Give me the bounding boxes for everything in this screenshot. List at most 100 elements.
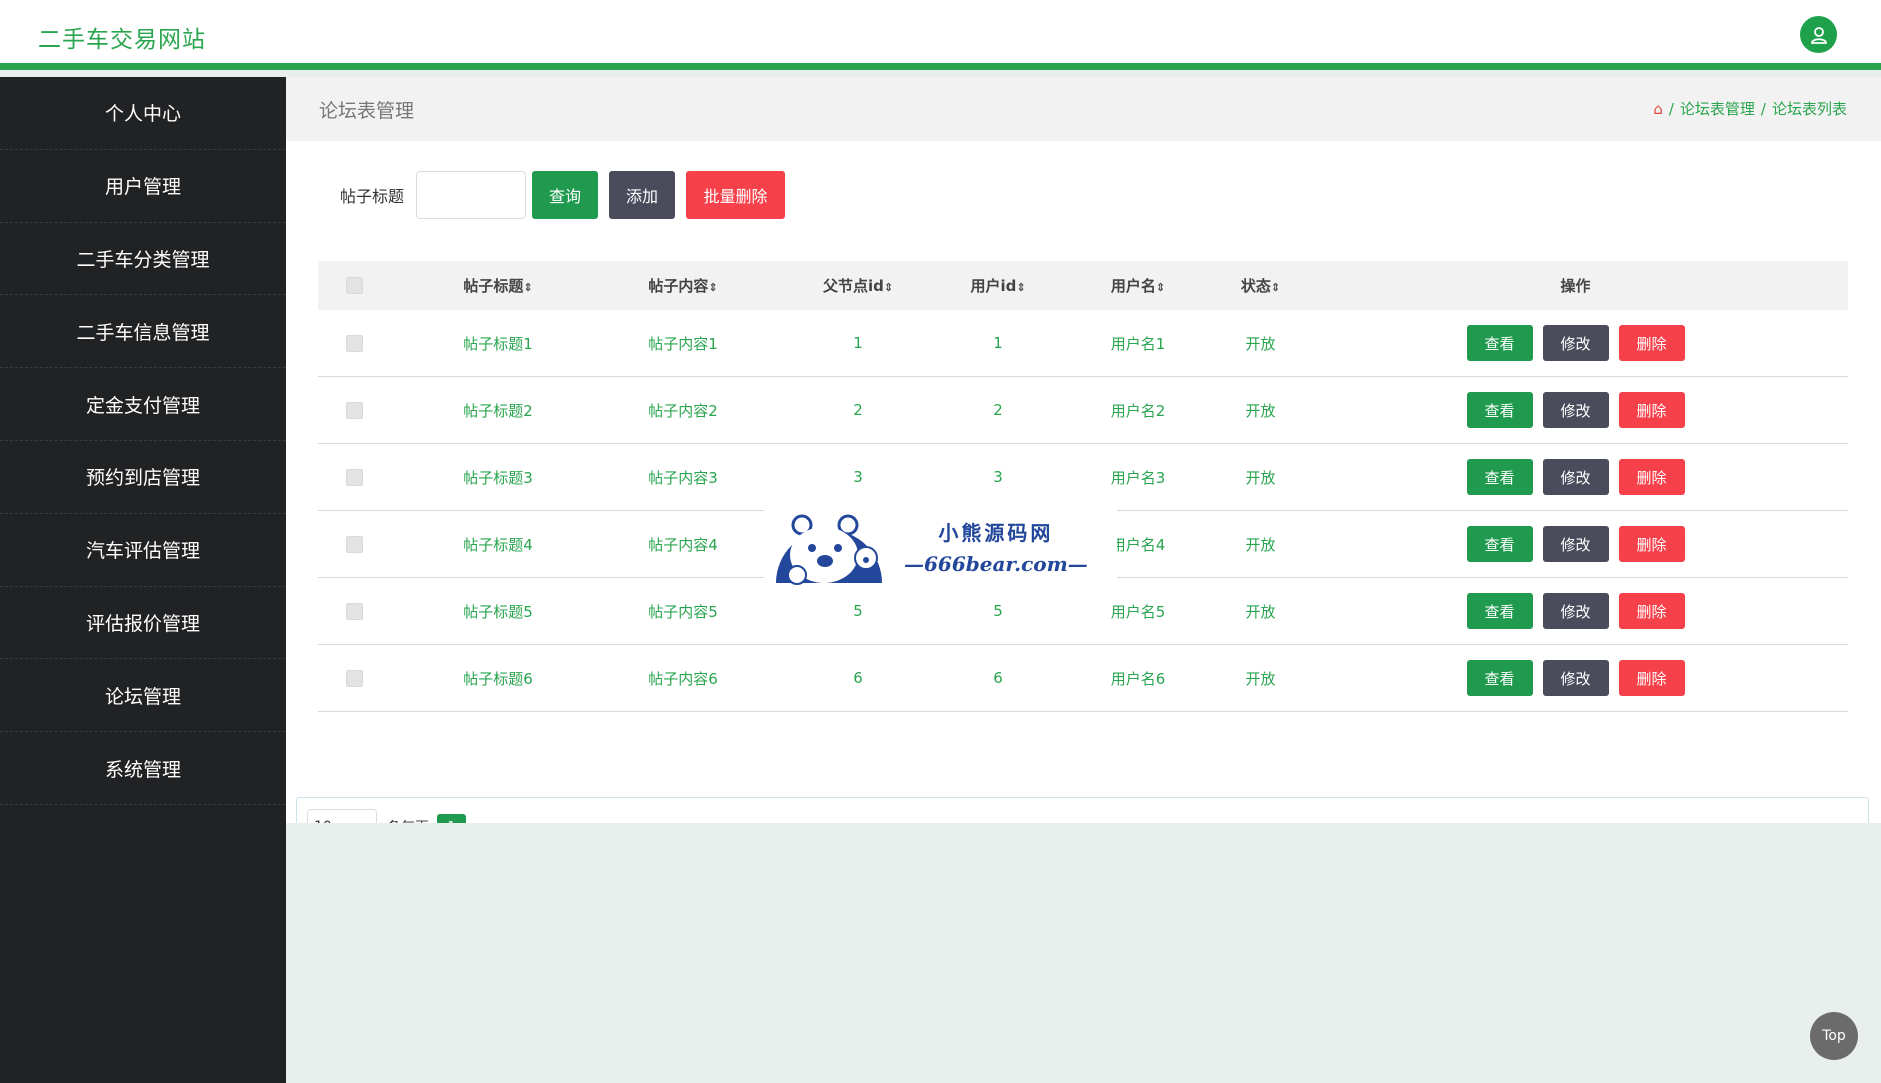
cell-user-id: 1 [993, 334, 1003, 352]
view-button[interactable]: 查看 [1466, 593, 1533, 629]
row-checkbox[interactable] [345, 535, 363, 553]
sidebar-item-car-evaluation[interactable]: 汽车评估管理 [0, 514, 286, 587]
cell-status: 开放 [1245, 669, 1276, 688]
bear-logo-icon [764, 503, 894, 590]
watermark-cn: 小熊源码网 [938, 521, 1054, 545]
cell-user-id: 2 [993, 401, 1003, 419]
watermark-url: —666bear.com— [904, 552, 1088, 576]
cell-title: 帖子标题6 [463, 669, 533, 688]
column-header-username[interactable]: 用户名⇕ [1058, 275, 1218, 296]
table-row: 帖子标题2 帖子内容2 2 2 用户名2 开放 查看 修改 删除 [318, 377, 1848, 444]
edit-button[interactable]: 修改 [1542, 660, 1609, 696]
cell-user-id: 6 [993, 669, 1003, 687]
cell-title: 帖子标题1 [463, 334, 533, 353]
edit-button[interactable]: 修改 [1542, 526, 1609, 562]
view-button[interactable]: 查看 [1466, 660, 1533, 696]
sidebar-item-system[interactable]: 系统管理 [0, 732, 286, 805]
cell-status: 开放 [1245, 334, 1276, 353]
cell-parent-id: 6 [853, 669, 863, 687]
add-button[interactable]: 添加 [609, 171, 676, 219]
title-bar: 论坛表管理 ⌂ / 论坛表管理 / 论坛表列表 [286, 77, 1881, 141]
sidebar-item-car-categories[interactable]: 二手车分类管理 [0, 223, 286, 296]
user-avatar[interactable] [1800, 16, 1837, 53]
delete-button[interactable]: 删除 [1618, 325, 1685, 361]
sort-icon: ⇕ [883, 281, 894, 294]
cell-content: 帖子内容1 [648, 334, 718, 353]
cell-username: 用户名3 [1110, 468, 1166, 487]
cell-parent-id: 3 [853, 468, 863, 486]
row-checkbox[interactable] [345, 334, 363, 352]
sidebar-item-label: 个人中心 [104, 103, 181, 126]
row-checkbox[interactable] [345, 468, 363, 486]
view-button[interactable]: 查看 [1466, 325, 1533, 361]
delete-button[interactable]: 删除 [1618, 593, 1685, 629]
table-row: 帖子标题1 帖子内容1 1 1 用户名1 开放 查看 修改 删除 [318, 310, 1848, 377]
sort-icon: ⇕ [708, 281, 718, 294]
search-input[interactable] [416, 171, 527, 219]
sidebar-item-deposit-payment[interactable]: 定金支付管理 [0, 368, 286, 441]
column-header-title[interactable]: 帖子标题⇕ [408, 275, 588, 296]
sidebar-item-label: 预约到店管理 [85, 467, 200, 490]
cell-content: 帖子内容4 [648, 535, 718, 554]
sidebar-item-car-info[interactable]: 二手车信息管理 [0, 295, 286, 369]
cell-user-id: 5 [993, 602, 1003, 620]
cell-title: 帖子标题2 [463, 401, 533, 420]
sidebar-item-label: 系统管理 [104, 758, 181, 781]
cell-parent-id: 1 [853, 334, 863, 352]
edit-button[interactable]: 修改 [1542, 325, 1609, 361]
sidebar-item-quote[interactable]: 评估报价管理 [0, 587, 286, 660]
row-checkbox[interactable] [345, 602, 363, 620]
column-header-content[interactable]: 帖子内容⇕ [588, 275, 778, 296]
row-checkbox[interactable] [345, 669, 363, 687]
search-label: 帖子标题 [340, 187, 405, 206]
select-all-checkbox[interactable] [345, 277, 363, 294]
table-header: 帖子标题⇕ 帖子内容⇕ 父节点id⇕ 用户id⇕ 用户名⇕ 状态⇕ 操作 [318, 261, 1848, 310]
sort-icon: ⇕ [1016, 281, 1026, 294]
view-button[interactable]: 查看 [1466, 392, 1533, 428]
sidebar-item-forum[interactable]: 论坛管理 [0, 659, 286, 733]
top-header: 二手车交易网站 [0, 0, 1881, 70]
cell-username: 用户名2 [1110, 401, 1166, 420]
delete-button[interactable]: 删除 [1618, 526, 1685, 562]
cell-status: 开放 [1245, 602, 1276, 621]
edit-button[interactable]: 修改 [1542, 459, 1609, 495]
sort-icon: ⇕ [1155, 281, 1166, 294]
breadcrumb-separator: / [1760, 99, 1766, 118]
breadcrumb: ⌂ / 论坛表管理 / 论坛表列表 [1653, 98, 1847, 119]
view-button[interactable]: 查看 [1466, 526, 1533, 562]
cell-title: 帖子标题3 [463, 468, 533, 487]
query-button[interactable]: 查询 [532, 171, 599, 219]
cell-content: 帖子内容5 [648, 602, 718, 621]
breadcrumb-item[interactable]: 论坛表管理 [1680, 98, 1755, 119]
delete-button[interactable]: 删除 [1618, 459, 1685, 495]
table-row: 帖子标题6 帖子内容6 6 6 用户名6 开放 查看 修改 删除 [318, 645, 1848, 712]
breadcrumb-item: 论坛表列表 [1771, 100, 1847, 118]
view-button[interactable]: 查看 [1466, 459, 1533, 495]
sidebar-item-label: 汽车评估管理 [85, 540, 200, 563]
batch-delete-button[interactable]: 批量删除 [686, 171, 786, 219]
sidebar-item-label: 二手车分类管理 [76, 248, 210, 271]
edit-button[interactable]: 修改 [1542, 392, 1609, 428]
content-background [286, 823, 1881, 1083]
home-icon[interactable]: ⌂ [1653, 100, 1663, 118]
column-header-parent-id[interactable]: 父节点id⇕ [778, 275, 938, 296]
cell-title: 帖子标题5 [463, 602, 533, 621]
cell-content: 帖子内容6 [648, 669, 718, 688]
sidebar-item-users[interactable]: 用户管理 [0, 150, 286, 223]
column-header-user-id[interactable]: 用户id⇕ [938, 275, 1058, 296]
cell-user-id: 3 [993, 468, 1003, 486]
watermark-text: 小熊源码网 —666bear.com— [904, 517, 1088, 576]
delete-button[interactable]: 删除 [1618, 392, 1685, 428]
cell-title: 帖子标题4 [463, 535, 533, 554]
row-checkbox[interactable] [345, 401, 363, 419]
sidebar-item-label: 二手车信息管理 [76, 321, 210, 344]
search-bar: 帖子标题 查询 添加 批量删除 [340, 171, 786, 219]
edit-button[interactable]: 修改 [1542, 593, 1609, 629]
delete-button[interactable]: 删除 [1618, 660, 1685, 696]
app-title: 二手车交易网站 [38, 27, 206, 53]
sidebar-item-personal-center[interactable]: 个人中心 [0, 77, 286, 150]
back-to-top-button[interactable]: Top [1810, 1012, 1858, 1060]
column-header-status[interactable]: 状态⇕ [1218, 275, 1303, 296]
sidebar-item-store-appointment[interactable]: 预约到店管理 [0, 441, 286, 514]
sidebar-item-label: 评估报价管理 [85, 612, 200, 635]
